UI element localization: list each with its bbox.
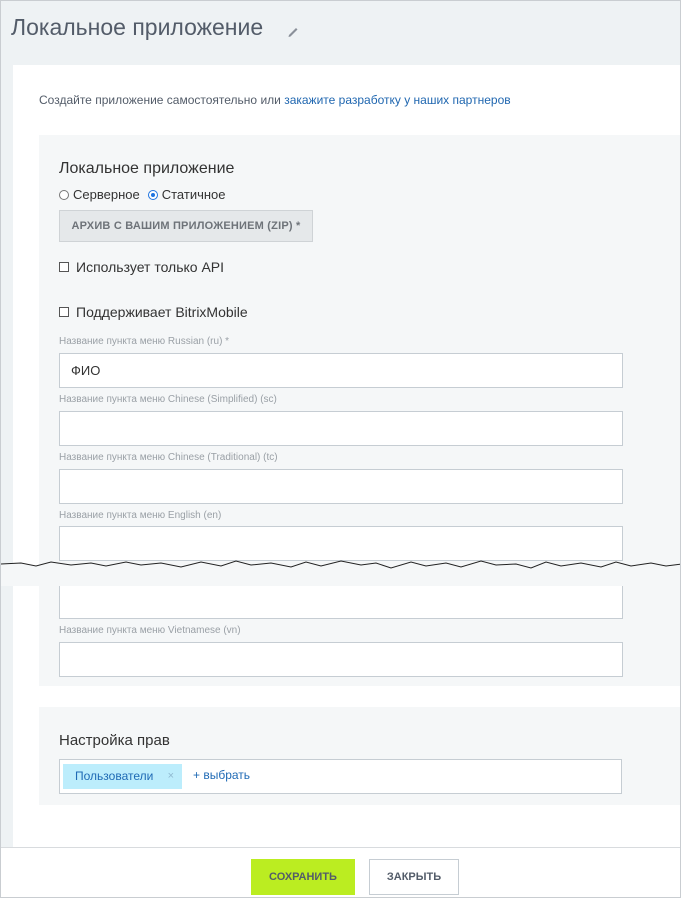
rights-selector[interactable]: Пользователи × + выбрать: [59, 759, 622, 794]
add-rights-link[interactable]: + выбрать: [193, 768, 250, 782]
field-label-tc: Название пункта меню Chinese (Traditiona…: [59, 452, 278, 463]
section-title: Локальное приложение: [59, 160, 235, 177]
rights-title: Настройка прав: [59, 732, 170, 749]
page-cut-divider: [1, 560, 680, 586]
radio-static-label: Статичное: [161, 187, 226, 202]
close-button[interactable]: ЗАКРЫТЬ: [369, 859, 459, 895]
field-label-vn: Название пункта меню Vietnamese (vn): [59, 625, 241, 636]
menu-name-hidden-input[interactable]: [59, 584, 623, 619]
api-only-checkbox[interactable]: [59, 262, 69, 272]
menu-name-sc-input[interactable]: [59, 411, 623, 446]
remove-tag-icon[interactable]: ×: [168, 764, 174, 789]
bitrix-mobile-checkbox[interactable]: [59, 307, 69, 317]
app-settings-section: Локальное приложение Серверное Статичное…: [39, 135, 680, 686]
bitrix-mobile-label: Поддерживает BitrixMobile: [76, 304, 248, 320]
save-button[interactable]: СОХРАНИТЬ: [251, 859, 355, 895]
menu-name-ru-input[interactable]: ФИО: [59, 353, 623, 388]
api-only-checkbox-row: Использует только API: [59, 259, 224, 275]
field-label-en: Название пункта меню English (en): [59, 510, 222, 521]
users-tag: Пользователи ×: [63, 764, 182, 789]
intro-label: Создайте приложение самостоятельно или: [39, 93, 285, 107]
footer-bar: СОХРАНИТЬ ЗАКРЫТЬ: [1, 847, 680, 897]
menu-name-vn-input[interactable]: [59, 642, 623, 677]
bitrix-mobile-checkbox-row: Поддерживает BitrixMobile: [59, 304, 248, 320]
form-card: Создайте приложение самостоятельно или з…: [13, 65, 680, 848]
intro-text: Создайте приложение самостоятельно или з…: [39, 93, 511, 107]
api-only-label: Использует только API: [76, 259, 225, 275]
partners-link[interactable]: закажите разработку у наших партнеров: [284, 93, 510, 107]
upload-zip-button[interactable]: АРХИВ С ВАШИМ ПРИЛОЖЕНИЕМ (ZIP) *: [59, 210, 313, 242]
page-title: Локальное приложение: [11, 14, 264, 40]
radio-server[interactable]: [59, 189, 69, 200]
pencil-icon[interactable]: [286, 24, 300, 38]
radio-server-label: Серверное: [73, 187, 140, 202]
field-label-sc: Название пункта меню Chinese (Simplified…: [59, 394, 277, 405]
field-label-ru: Название пункта меню Russian (ru) *: [59, 336, 230, 347]
menu-name-tc-input[interactable]: [59, 469, 623, 504]
app-type-radio-group: Серверное Статичное: [59, 187, 234, 202]
slider-panel: Локальное приложение Создайте приложение…: [0, 0, 681, 898]
users-tag-label: Пользователи: [75, 769, 154, 783]
rights-section: Настройка прав Пользователи × + выбрать: [39, 707, 680, 805]
radio-static[interactable]: [147, 189, 158, 200]
